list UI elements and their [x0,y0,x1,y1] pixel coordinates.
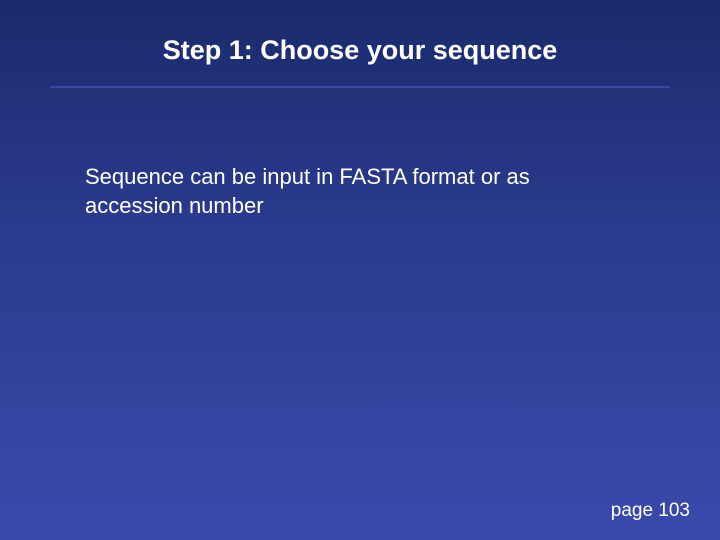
slide-title: Step 1: Choose your sequence [0,0,720,66]
slide-body-text: Sequence can be input in FASTA format or… [0,88,720,220]
page-number: page 103 [611,500,690,522]
